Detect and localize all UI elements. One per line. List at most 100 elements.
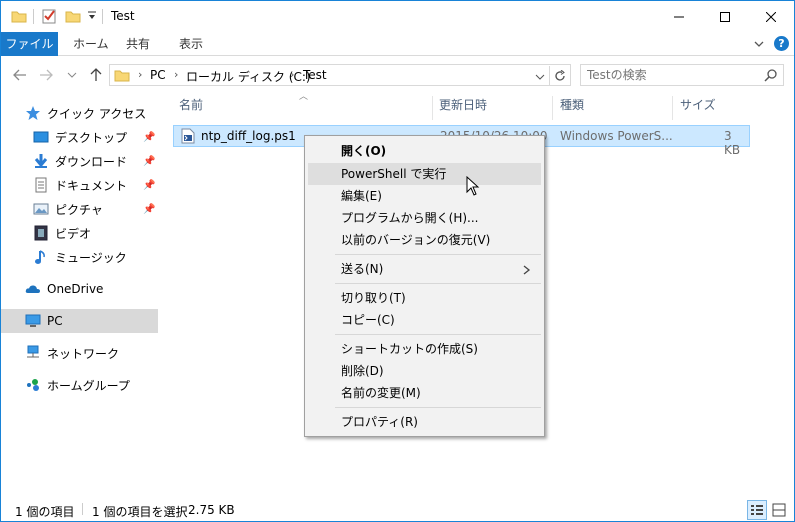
breadcrumb-separator[interactable]: › xyxy=(138,68,142,81)
breadcrumb-separator[interactable]: › xyxy=(290,68,294,81)
back-button[interactable] xyxy=(11,66,29,84)
new-folder-icon[interactable] xyxy=(65,8,81,25)
menu-item-run-with-powershell[interactable]: PowerShell で実行 xyxy=(308,163,541,185)
mouse-cursor-icon xyxy=(466,175,480,199)
menu-item-send-to[interactable]: 送る(N) xyxy=(308,258,541,280)
sidebar-item-music[interactable]: ミュージック xyxy=(1,245,158,269)
sort-ascending-icon: ︿ xyxy=(299,92,309,102)
minimize-icon xyxy=(674,16,684,17)
pin-icon: 📌 xyxy=(143,203,156,215)
selection-size: 2.75 KB xyxy=(188,503,235,517)
breadcrumb-test[interactable]: Test xyxy=(303,68,327,82)
menu-item-properties[interactable]: プロパティ(R) xyxy=(308,411,541,433)
minimize-button[interactable] xyxy=(656,1,702,32)
customize-toolbar-icon[interactable] xyxy=(87,11,97,28)
file-name: ntp_diff_log.ps1 xyxy=(201,129,296,143)
maximize-icon xyxy=(720,11,730,22)
sidebar-item-pc[interactable]: PC xyxy=(1,309,158,333)
close-button[interactable] xyxy=(748,1,794,32)
music-icon xyxy=(33,249,49,265)
column-divider[interactable] xyxy=(552,96,553,120)
menu-item-rename[interactable]: 名前の変更(M) xyxy=(308,382,541,404)
column-divider[interactable] xyxy=(672,96,673,120)
tab-view[interactable]: 表示 xyxy=(167,32,215,56)
menu-separator xyxy=(335,254,541,255)
tab-file[interactable]: ファイル xyxy=(1,32,58,56)
cloud-icon xyxy=(25,281,41,297)
menu-item-cut[interactable]: 切り取り(T) xyxy=(308,287,541,309)
column-header-type[interactable]: 種類 xyxy=(560,96,584,118)
powershell-file-icon xyxy=(180,128,196,147)
sidebar-item-videos[interactable]: ビデオ xyxy=(1,221,158,245)
column-header-modified[interactable]: 更新日時 xyxy=(439,96,487,118)
ribbon-tabs: ファイル ホーム 共有 表示 ? xyxy=(1,32,794,56)
back-arrow-icon xyxy=(13,69,26,81)
details-view-button[interactable] xyxy=(747,500,767,520)
sidebar-item-desktop[interactable]: デスクトップ 📌 xyxy=(1,125,158,149)
expand-ribbon-icon[interactable] xyxy=(753,38,765,53)
menu-item-open-with[interactable]: プログラムから開く(H)... xyxy=(308,207,541,229)
address-dropdown-icon[interactable] xyxy=(535,71,545,84)
desktop-icon xyxy=(33,129,49,145)
refresh-button[interactable] xyxy=(549,66,569,86)
menu-item-open[interactable]: 開く(O) xyxy=(308,140,541,162)
pin-icon: 📌 xyxy=(143,131,156,143)
forward-button[interactable] xyxy=(37,66,55,84)
context-menu: 開く(O) PowerShell で実行 編集(E) プログラムから開く(H).… xyxy=(304,135,545,437)
recent-locations-button[interactable] xyxy=(63,66,81,84)
address-bar[interactable]: › PC › ローカル ディスク (C:) › Test xyxy=(109,64,571,86)
column-header-size[interactable]: サイズ xyxy=(680,96,716,118)
navigation-bar: › PC › ローカル ディスク (C:) › Test xyxy=(1,57,794,93)
computer-icon xyxy=(25,313,41,329)
picture-icon xyxy=(33,201,49,217)
search-icon[interactable] xyxy=(764,68,778,85)
breadcrumb-separator[interactable]: › xyxy=(174,68,178,81)
search-box[interactable] xyxy=(580,64,784,86)
menu-separator xyxy=(335,283,541,284)
tab-share[interactable]: 共有 xyxy=(114,32,162,56)
forward-arrow-icon xyxy=(40,69,53,81)
large-icons-view-icon xyxy=(772,503,786,517)
up-arrow-icon xyxy=(90,68,102,81)
sidebar-item-label: ネットワーク xyxy=(47,346,120,361)
search-input[interactable] xyxy=(587,67,757,83)
file-size: 3 KB xyxy=(724,129,741,157)
sidebar-item-label: ホームグループ xyxy=(47,378,130,393)
pin-icon: 📌 xyxy=(143,155,156,167)
sidebar-item-network[interactable]: ネットワーク xyxy=(1,341,158,365)
sidebar-item-label: ミュージック xyxy=(55,250,127,265)
sidebar-item-pictures[interactable]: ピクチャ 📌 xyxy=(1,197,158,221)
chevron-down-icon xyxy=(67,72,77,78)
up-button[interactable] xyxy=(87,66,105,84)
sidebar-item-quick-access[interactable]: クイック アクセス xyxy=(1,101,158,125)
help-icon[interactable]: ? xyxy=(774,36,789,51)
menu-item-edit[interactable]: 編集(E) xyxy=(308,185,541,207)
selection-count: 1 個の項目を選択 xyxy=(92,505,188,519)
sidebar-item-onedrive[interactable]: OneDrive xyxy=(1,277,158,301)
download-icon xyxy=(33,153,49,169)
sidebar-item-label: ドキュメント xyxy=(55,178,128,193)
divider xyxy=(33,9,34,24)
tab-home[interactable]: ホーム xyxy=(61,32,121,56)
sidebar-item-documents[interactable]: ドキュメント 📌 xyxy=(1,173,158,197)
file-type: Windows PowerS... xyxy=(560,129,673,143)
sidebar-item-homegroup[interactable]: ホームグループ xyxy=(1,373,158,397)
details-view-icon xyxy=(751,505,763,515)
properties-icon[interactable] xyxy=(41,8,57,25)
sidebar-item-downloads[interactable]: ダウンロード 📌 xyxy=(1,149,158,173)
sidebar-item-label: ビデオ xyxy=(55,226,92,241)
column-divider[interactable] xyxy=(432,96,433,120)
folder-icon xyxy=(114,67,130,86)
menu-item-create-shortcut[interactable]: ショートカットの作成(S) xyxy=(308,338,541,360)
network-icon xyxy=(25,345,41,361)
column-header-name[interactable]: 名前 xyxy=(179,96,203,118)
close-icon xyxy=(766,11,776,22)
maximize-button[interactable] xyxy=(702,1,748,32)
menu-item-restore-previous-versions[interactable]: 以前のバージョンの復元(V) xyxy=(308,229,541,251)
menu-item-delete[interactable]: 削除(D) xyxy=(308,360,541,382)
breadcrumb-pc[interactable]: PC xyxy=(150,68,166,82)
navigation-pane: クイック アクセス デスクトップ 📌 ダウンロード 📌 ドキュメント 📌 ピクチ… xyxy=(1,93,159,491)
large-icons-view-button[interactable] xyxy=(769,500,789,520)
divider xyxy=(82,503,83,515)
menu-item-copy[interactable]: コピー(C) xyxy=(308,309,541,331)
